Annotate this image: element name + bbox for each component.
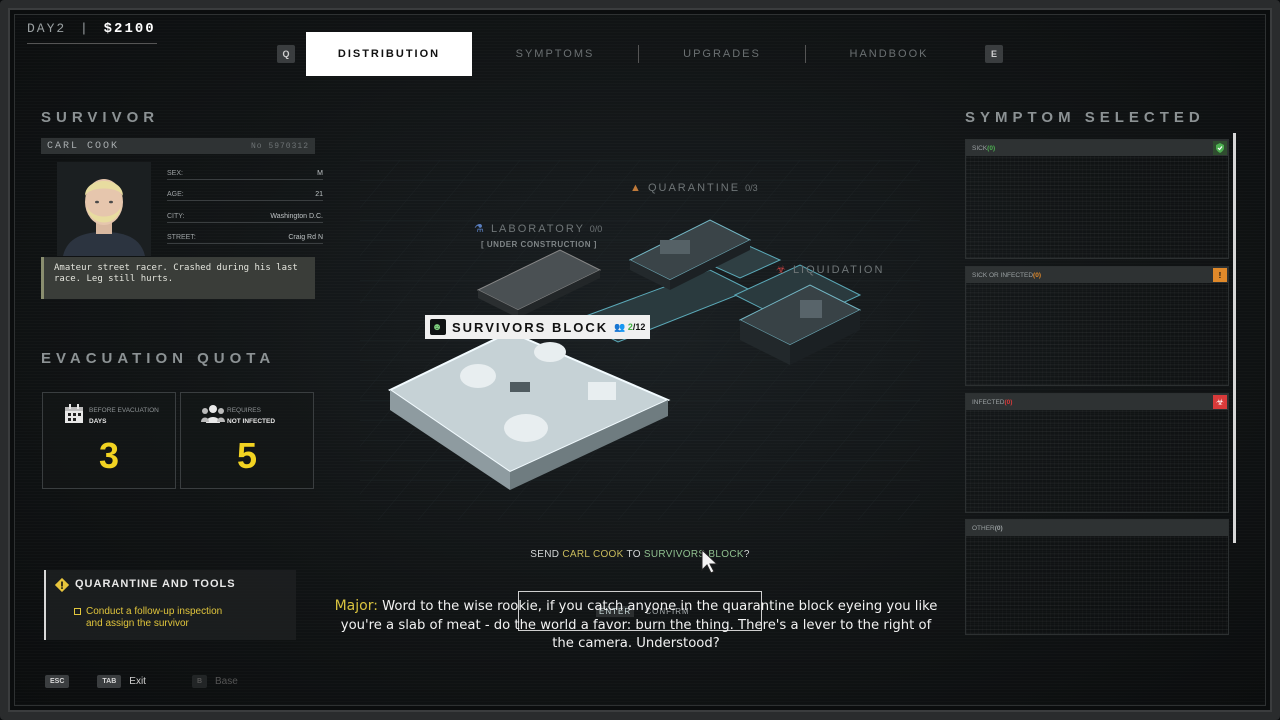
quota-days-label: BEFORE EVACUATION DAYS xyxy=(89,407,159,425)
exit-label[interactable]: Exit xyxy=(129,676,146,687)
laboratory-occupancy: 0/0 xyxy=(589,224,603,234)
tab-handbook[interactable]: HANDBOOK xyxy=(806,32,972,76)
quest-checkbox xyxy=(74,608,81,615)
quota-required-label: REQUIRES NOT INFECTED xyxy=(227,407,276,425)
dialog-line: Word to the wise rookie, if you catch an… xyxy=(340,599,938,651)
survivor-number: No 5970312 xyxy=(250,141,309,151)
tab-symptoms[interactable]: SYMPTOMS xyxy=(472,32,638,76)
symptom-sick-or-infected-box[interactable]: SICK OR INFECTED(0) ! xyxy=(965,266,1229,386)
tab-prev-key[interactable]: Q xyxy=(277,45,295,63)
quota-section-title: EVACUATION QUOTA xyxy=(41,350,276,367)
quota-required-value: 5 xyxy=(236,435,258,476)
laboratory-status: [ UNDER CONSTRUCTION ] xyxy=(481,240,597,249)
survivor-section-title: SURVIVOR xyxy=(41,109,160,126)
symptom-infected-box[interactable]: INFECTED(0) ☣ xyxy=(965,393,1229,513)
shield-check-icon xyxy=(1213,141,1227,155)
hud-divider xyxy=(27,43,157,44)
base-label[interactable]: Base xyxy=(215,676,238,687)
laboratory-label[interactable]: ⚗ LABORATORY 0/0 xyxy=(474,222,602,235)
field-sex: SEX: M xyxy=(167,158,323,180)
survivor-bio: Amateur street racer. Crashed during his… xyxy=(41,257,315,299)
quota-required-box: REQUIRES NOT INFECTED 5 xyxy=(180,392,314,489)
dialog-subtitle: Major: Word to the wise rookie, if you c… xyxy=(330,597,942,654)
quarantine-occupancy: 0/3 xyxy=(745,183,758,193)
skull-icon: ☻ xyxy=(430,319,446,335)
field-age: AGE: 21 xyxy=(167,180,323,201)
people-icon xyxy=(201,405,225,423)
symptom-scrollbar[interactable] xyxy=(1233,133,1236,543)
mouse-cursor-icon xyxy=(701,548,719,574)
symptom-other-box[interactable]: OTHER(0) xyxy=(965,519,1229,635)
tab-next-key[interactable]: E xyxy=(985,45,1003,63)
field-city: CITY: Washington D.C. xyxy=(167,201,323,223)
b-key[interactable]: B xyxy=(191,675,208,688)
warning-icon: ▲ xyxy=(630,182,643,194)
symptom-sick-box[interactable]: SICK(0) xyxy=(965,139,1229,259)
field-street: STREET: Craig Rd N xyxy=(167,223,323,244)
footer-controls: ESC TAB Exit B Base xyxy=(45,675,238,688)
facility-map xyxy=(360,160,920,520)
quest-title: QUARANTINE AND TOOLS xyxy=(75,578,236,590)
survivor-fields: SEX: M AGE: 21 CITY: Washington D.C. STREET… xyxy=(167,158,323,244)
day-money-readout: DAY2 | $2100 xyxy=(27,21,156,37)
esc-key[interactable]: ESC xyxy=(45,675,70,688)
tab-upgrades[interactable]: UPGRADES xyxy=(639,32,805,76)
survivors-occupancy: 👥 2/12 xyxy=(614,321,646,332)
quarantine-label[interactable]: ▲ QUARANTINE 0/3 xyxy=(630,182,758,194)
survivor-name: CARL COOK xyxy=(47,140,120,152)
biohazard-icon: ☣ xyxy=(776,264,788,276)
flask-icon: ⚗ xyxy=(474,223,486,235)
survivors-block-label[interactable]: ☻ SURVIVORS BLOCK 👥 2/12 xyxy=(425,315,651,339)
tab-key[interactable]: TAB xyxy=(97,675,122,688)
send-prompt: SEND CARL COOK TO SURVIVORS BLOCK? xyxy=(530,549,750,560)
survivor-portrait xyxy=(57,162,151,256)
symptom-section-title: SYMPTOM SELECTED xyxy=(965,109,1205,126)
quota-days-box: BEFORE EVACUATION DAYS 3 xyxy=(42,392,176,489)
quest-panel: QUARANTINE AND TOOLS Conduct a follow-up… xyxy=(44,570,296,640)
main-tabs: DISTRIBUTION SYMPTOMS UPGRADES HANDBOOK xyxy=(306,32,972,76)
biohazard-icon: ☣ xyxy=(1213,395,1227,409)
quota-days-value: 3 xyxy=(98,435,120,476)
liquidation-label[interactable]: ☣ LIQUIDATION xyxy=(776,263,884,276)
survivor-card: CARL COOK No 5970312 SEX: M AGE: 21 CITY: W… xyxy=(41,138,323,300)
survivor-card-header: CARL COOK No 5970312 xyxy=(41,138,315,154)
day-label: DAY2 xyxy=(27,21,67,36)
dialog-speaker: Major: xyxy=(334,598,378,614)
alert-icon xyxy=(55,578,69,592)
calendar-icon xyxy=(65,404,83,423)
tab-distribution[interactable]: DISTRIBUTION xyxy=(306,32,472,76)
quest-task: Conduct a follow-up inspection and assign… xyxy=(86,606,223,629)
money-label: $2100 xyxy=(103,21,156,37)
warning-icon: ! xyxy=(1213,268,1227,282)
